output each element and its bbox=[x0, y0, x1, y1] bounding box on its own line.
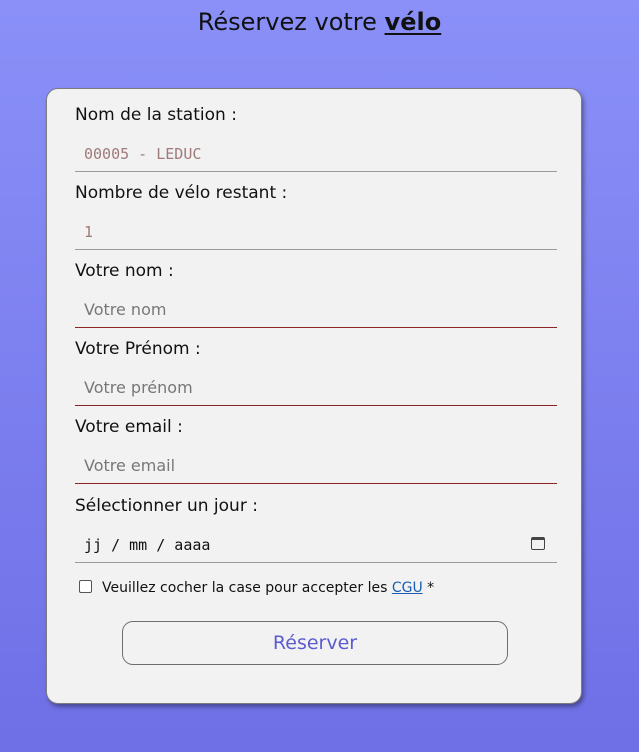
bikes-left-label: Nombre de vélo restant : bbox=[75, 183, 288, 203]
day-date-value: jj / mm / aaaa bbox=[84, 536, 211, 554]
last-name-label: Votre nom : bbox=[75, 261, 174, 281]
first-name-input[interactable]: Votre prénom bbox=[75, 370, 557, 406]
email-input[interactable]: Votre email bbox=[75, 448, 557, 484]
first-name-label: Votre Prénom : bbox=[75, 339, 201, 359]
consent-row: Veuillez cocher la case pour accepter le… bbox=[79, 578, 559, 598]
page-title-accent: vélo bbox=[384, 8, 442, 36]
day-date-input[interactable]: jj / mm / aaaa bbox=[75, 527, 557, 563]
last-name-field: Votre nom : Votre nom bbox=[75, 260, 557, 328]
page-title: Réservez votre vélo bbox=[0, 6, 639, 38]
email-label: Votre email : bbox=[75, 417, 183, 437]
day-field: Sélectionner un jour : jj / mm / aaaa bbox=[75, 495, 557, 563]
day-label: Sélectionner un jour : bbox=[75, 496, 258, 516]
email-field: Votre email : Votre email bbox=[75, 416, 557, 484]
first-name-field: Votre Prénom : Votre prénom bbox=[75, 338, 557, 406]
page-title-prefix: Réservez votre bbox=[197, 8, 377, 36]
reservation-form: Nom de la station : 00005 - LEDUC Nombre… bbox=[46, 88, 582, 704]
bikes-left-input: 1 bbox=[75, 214, 557, 250]
reserve-button[interactable]: Réserver bbox=[122, 621, 508, 665]
station-input: 00005 - LEDUC bbox=[75, 136, 557, 172]
required-mark: * bbox=[427, 580, 435, 596]
station-label: Nom de la station : bbox=[75, 105, 237, 125]
cgu-link[interactable]: CGU bbox=[392, 580, 423, 596]
station-field: Nom de la station : 00005 - LEDUC bbox=[75, 104, 557, 172]
calendar-icon[interactable] bbox=[531, 537, 545, 550]
bikes-left-field: Nombre de vélo restant : 1 bbox=[75, 182, 557, 250]
consent-text: Veuillez cocher la case pour accepter le… bbox=[102, 580, 388, 596]
consent-checkbox[interactable] bbox=[79, 580, 92, 593]
last-name-input[interactable]: Votre nom bbox=[75, 292, 557, 328]
